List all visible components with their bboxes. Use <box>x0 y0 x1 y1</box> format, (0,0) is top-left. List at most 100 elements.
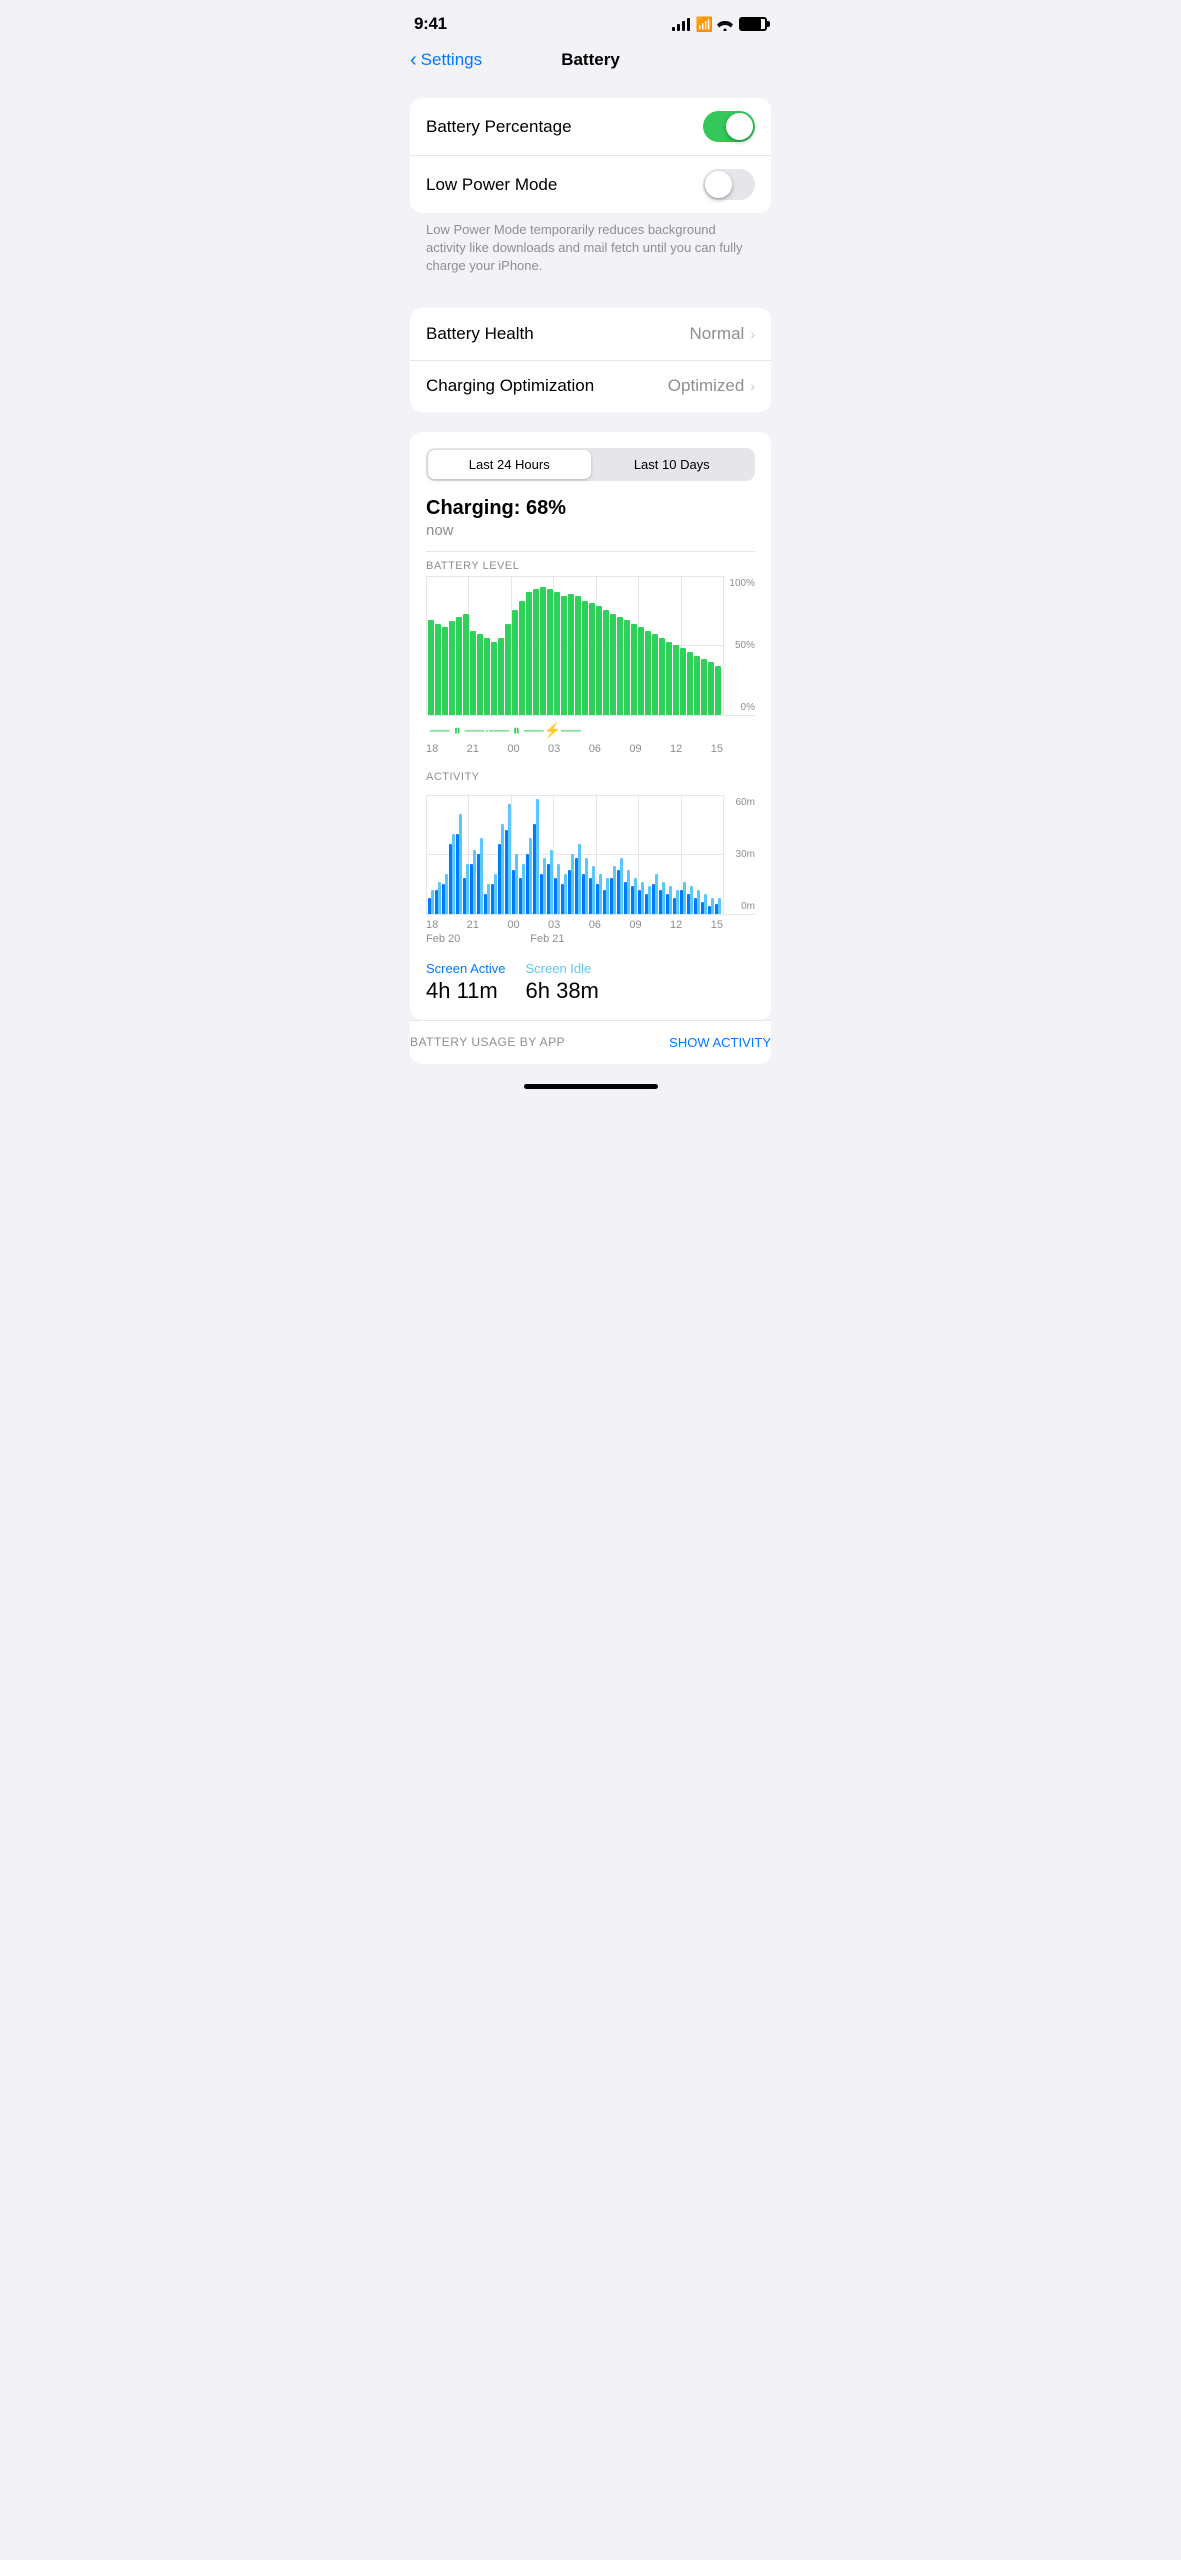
activity-group-8 <box>484 795 490 914</box>
back-button[interactable]: ‹ Settings <box>410 50 482 70</box>
activity-light-bar-23 <box>592 866 595 914</box>
y-label-100: 100% <box>729 578 755 589</box>
activity-group-35 <box>673 795 679 914</box>
nav-bar: ‹ Settings Battery <box>394 42 787 82</box>
battery-percentage-row[interactable]: Battery Percentage <box>410 98 771 155</box>
battery-usage-footer: BATTERY USAGE BY APP SHOW ACTIVITY <box>410 1020 771 1064</box>
activity-x-21: 21 <box>467 919 479 931</box>
x-label-06: 06 <box>589 743 601 755</box>
activity-light-bar-6 <box>473 850 476 913</box>
activity-light-bar-4 <box>459 814 462 913</box>
battery-bar-38 <box>694 656 700 714</box>
low-power-mode-toggle[interactable] <box>703 169 755 200</box>
charging-time: now <box>426 522 755 539</box>
activity-x-09: 09 <box>629 919 641 931</box>
activity-light-bar-36 <box>683 882 686 914</box>
battery-bar-18 <box>554 592 560 714</box>
settings-group-1: Battery Percentage Low Power Mode <box>410 98 771 213</box>
activity-light-bar-30 <box>641 882 644 914</box>
battery-bar-35 <box>673 645 679 715</box>
wifi-icon: 📶 <box>696 16 733 33</box>
activity-group-37 <box>687 795 693 914</box>
activity-group-31 <box>645 795 651 914</box>
battery-bar-6 <box>470 631 476 714</box>
activity-light-bar-34 <box>669 886 672 914</box>
low-power-mode-row[interactable]: Low Power Mode <box>410 155 771 213</box>
activity-light-bar-24 <box>599 874 602 914</box>
x-label-00: 00 <box>507 743 519 755</box>
stats-row: Screen Active 4h 11m Screen Idle 6h 38m <box>426 961 755 1004</box>
activity-group-16 <box>540 795 546 914</box>
x-label-21: 21 <box>467 743 479 755</box>
battery-bar-34 <box>666 642 672 714</box>
y-label-50: 50% <box>729 640 755 651</box>
status-time: 9:41 <box>414 14 447 34</box>
activity-group-0 <box>428 795 434 914</box>
activity-light-bar-38 <box>697 890 700 914</box>
activity-light-bar-37 <box>690 886 693 914</box>
charging-icon-1: ── ⏸ ──·── ⏸ ──⚡── <box>430 722 581 739</box>
activity-group-34 <box>666 795 672 914</box>
battery-bar-11 <box>505 624 511 714</box>
battery-bar-20 <box>568 594 574 715</box>
activity-group-27 <box>617 795 623 914</box>
time-period-selector[interactable]: Last 24 Hours Last 10 Days <box>426 448 755 481</box>
activity-group-14 <box>526 795 532 914</box>
battery-bar-0 <box>428 620 434 715</box>
battery-bar-27 <box>617 617 623 714</box>
last-10-days-button[interactable]: Last 10 Days <box>591 450 754 479</box>
activity-y-0: 0m <box>736 901 755 912</box>
activity-light-bar-2 <box>445 874 448 914</box>
battery-icon <box>739 17 767 31</box>
activity-light-bar-35 <box>676 890 679 914</box>
activity-light-bar-3 <box>452 834 455 913</box>
activity-light-bar-19 <box>564 874 567 914</box>
battery-bar-41 <box>715 666 721 715</box>
activity-group-20 <box>568 795 574 914</box>
x-label-12: 12 <box>670 743 682 755</box>
activity-x-12: 12 <box>670 919 682 931</box>
battery-y-labels: 100% 50% 0% <box>729 576 755 715</box>
battery-bar-29 <box>631 624 637 714</box>
activity-light-bar-32 <box>655 874 658 914</box>
battery-bar-5 <box>463 614 469 714</box>
activity-y-labels: 60m 30m 0m <box>736 795 755 914</box>
charging-optimization-row[interactable]: Charging Optimization Optimized › <box>410 360 771 412</box>
screen-active-label: Screen Active <box>426 961 506 976</box>
activity-sublabels: Feb 20 Feb 21 <box>426 933 755 945</box>
last-24-hours-button[interactable]: Last 24 Hours <box>428 450 591 479</box>
battery-bar-26 <box>610 614 616 714</box>
battery-bar-13 <box>519 601 525 715</box>
activity-light-bar-21 <box>578 844 581 913</box>
battery-percentage-toggle[interactable] <box>703 111 755 142</box>
status-bar: 9:41 📶 <box>394 0 787 42</box>
battery-bar-32 <box>652 634 658 715</box>
battery-bar-33 <box>659 638 665 714</box>
battery-bar-10 <box>498 638 504 714</box>
battery-health-chevron-icon: › <box>750 326 755 342</box>
x-label-18: 18 <box>426 743 438 755</box>
activity-group-3 <box>449 795 455 914</box>
activity-group-10 <box>498 795 504 914</box>
feb21-label: Feb 21 <box>530 933 564 945</box>
battery-bar-12 <box>512 610 518 714</box>
activity-group-9 <box>491 795 497 914</box>
activity-group-2 <box>442 795 448 914</box>
charging-optimization-text: Optimized <box>668 376 745 396</box>
charging-percentage: Charging: 68% <box>426 497 755 520</box>
activity-x-15: 15 <box>711 919 723 931</box>
battery-health-row[interactable]: Battery Health Normal › <box>410 308 771 360</box>
activity-light-bar-27 <box>620 858 623 914</box>
activity-light-bar-29 <box>634 878 637 914</box>
activity-label: ACTIVITY <box>426 771 755 783</box>
battery-bar-1 <box>435 624 441 714</box>
activity-light-bar-16 <box>543 858 546 914</box>
activity-light-bar-12 <box>515 854 518 914</box>
activity-group-5 <box>463 795 469 914</box>
show-activity-button[interactable]: SHOW ACTIVITY <box>669 1035 771 1050</box>
activity-bars <box>426 795 723 914</box>
activity-chart-container: 60m 30m 0m <box>426 795 755 915</box>
activity-group-19 <box>561 795 567 914</box>
activity-group-1 <box>435 795 441 914</box>
activity-y-30: 30m <box>736 849 755 860</box>
